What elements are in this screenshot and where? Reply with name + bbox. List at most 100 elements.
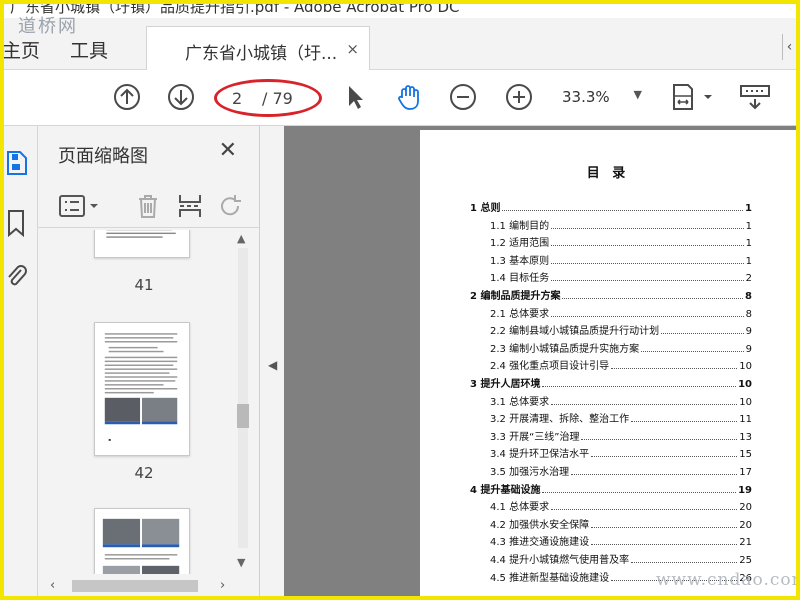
toc-entry-title: 1.4 目标任务 xyxy=(490,273,550,285)
acrobat-window: 广东省小城镇（圩镇）品质提升指引.pdf - Adobe Acrobat Pro… xyxy=(4,4,796,596)
toc-leader-dots xyxy=(591,456,738,458)
scrollbar-track[interactable] xyxy=(238,248,248,548)
toc-subsection-entry[interactable]: 3.5 加强污水治理 17 xyxy=(490,462,752,478)
toc-entry-page: 20 xyxy=(739,502,752,514)
toc-leader-dots xyxy=(542,386,737,387)
document-tab[interactable]: 广东省小城镇（圩... × xyxy=(146,26,370,70)
page-thumbnails-icon[interactable] xyxy=(6,148,28,178)
rotate-icon[interactable] xyxy=(216,192,244,220)
toc-entry-title: 2.2 编制县域小城镇品质提升行动计划 xyxy=(490,326,660,338)
toc-entry-title: 1 总则 xyxy=(470,203,501,214)
toc-entry-title: 3.1 总体要求 xyxy=(490,396,550,408)
toc-subsection-entry[interactable]: 3.4 提升环卫保洁水平 15 xyxy=(490,444,752,460)
scroll-left-icon[interactable]: ‹ xyxy=(50,578,55,593)
toc-entry-title: 4.3 推进交通设施建设 xyxy=(490,537,590,549)
chevron-left-icon[interactable]: ‹ xyxy=(782,34,796,60)
collapse-panel-icon[interactable]: ◀ xyxy=(268,358,277,372)
main-toolbar: 2 / 79 33.3% ▼ xyxy=(4,70,796,126)
toc-leader-dots xyxy=(631,562,738,563)
toc-section-entry[interactable]: 2 编制品质提升方案 8 xyxy=(470,286,752,302)
horizontal-scrollbar-thumb[interactable] xyxy=(72,580,198,592)
toc-leader-dots xyxy=(631,421,738,423)
toc-leader-dots xyxy=(551,245,744,247)
toc-entry-title: 3.5 加强污水治理 xyxy=(490,467,570,478)
tools-menu[interactable]: 工具 xyxy=(70,36,108,63)
toc-subsection-entry[interactable]: 1.3 基本原则 1 xyxy=(490,251,752,267)
toc-subsection-entry[interactable]: 2.1 总体要求 8 xyxy=(490,304,752,320)
toc-subsection-entry[interactable]: 1.1 编制目的 1 xyxy=(490,216,752,232)
hand-tool-icon[interactable] xyxy=(394,82,424,112)
toc-entry-title: 3 提升人居环境 xyxy=(470,379,541,390)
toc-subsection-entry[interactable]: 4.2 加强供水安全保障 20 xyxy=(490,515,752,531)
chevron-down-icon: ▼ xyxy=(633,88,642,101)
scroll-down-icon[interactable]: ▼ xyxy=(237,556,245,569)
select-cursor-icon[interactable] xyxy=(340,82,370,112)
scroll-up-icon[interactable]: ▲ xyxy=(237,232,245,245)
toc-entry-page: 1 xyxy=(745,220,752,232)
bookmark-icon[interactable] xyxy=(6,208,28,238)
toc-leader-dots xyxy=(551,509,738,511)
toc-subsection-entry[interactable]: 3.1 总体要求 10 xyxy=(490,392,752,408)
toc-leader-dots xyxy=(591,544,738,546)
toc-subsection-entry[interactable]: 4.1 总体要求 20 xyxy=(490,497,752,513)
toc-subsection-entry[interactable]: 2.3 编制小城镇品质提升实施方案 9 xyxy=(490,339,752,355)
close-panel-icon[interactable]: ✕ xyxy=(219,138,237,163)
trash-icon[interactable] xyxy=(134,192,162,220)
toc-entry-page: 9 xyxy=(745,343,752,355)
insert-page-icon[interactable] xyxy=(176,192,204,220)
read-mode-icon[interactable] xyxy=(738,82,772,112)
toc-leader-dots xyxy=(571,474,738,475)
attachment-icon[interactable] xyxy=(6,262,28,292)
toc-leader-dots xyxy=(551,315,744,317)
toc-entry-page: 10 xyxy=(738,379,752,390)
thumbnail-page-number: 42 xyxy=(134,464,154,482)
toc-entry-title: 1.1 编制目的 xyxy=(490,220,550,232)
scrollbar-thumb[interactable] xyxy=(237,404,249,428)
toc-entry-title: 1.2 适用范围 xyxy=(490,238,550,250)
thumbnail-page[interactable] xyxy=(94,230,190,258)
toc-subsection-entry[interactable]: 4.3 推进交通设施建设 21 xyxy=(490,532,752,548)
toc-subsection-entry[interactable]: 1.2 适用范围 1 xyxy=(490,233,752,249)
arrow-up-circle-icon[interactable] xyxy=(112,82,142,112)
toc-entry-page: 1 xyxy=(745,203,752,214)
toc-subsection-entry[interactable]: 2.4 强化重点项目设计引导 10 xyxy=(490,356,752,372)
toc-entry-page: 1 xyxy=(745,255,752,267)
toc-entry-title: 2.3 编制小城镇品质提升实施方案 xyxy=(490,343,640,355)
toc-subsection-entry[interactable]: 3.2 开展清理、拆除、整治工作 11 xyxy=(490,409,752,425)
thumbnail-page-number: 41 xyxy=(134,276,154,294)
toc-subsection-entry[interactable]: 2.2 编制县域小城镇品质提升行动计划 9 xyxy=(490,321,752,337)
home-menu[interactable]: 主页 xyxy=(4,36,40,63)
arrow-down-circle-icon[interactable] xyxy=(166,82,196,112)
zoom-value: 33.3% xyxy=(562,88,610,106)
toc-entry-page: 20 xyxy=(739,519,752,531)
toc-entry-page: 9 xyxy=(745,326,752,338)
thumbnail-page[interactable] xyxy=(94,508,190,574)
close-tab-icon[interactable]: × xyxy=(346,40,359,58)
fit-page-icon[interactable] xyxy=(670,82,716,112)
toc-entry-title: 4.2 加强供水安全保障 xyxy=(490,519,590,531)
toc-leader-dots xyxy=(551,262,744,264)
document-tab-label: 广东省小城镇（圩... xyxy=(185,44,338,64)
thumbnail-page[interactable] xyxy=(94,322,190,456)
toc-entry-title: 4 提升基础设施 xyxy=(470,484,541,496)
zoom-out-icon[interactable] xyxy=(448,82,478,112)
toc-section-entry[interactable]: 4 提升基础设施 19 xyxy=(470,480,752,496)
toc-leader-dots xyxy=(611,368,738,370)
thumbnail-horizontal-scrollbar[interactable]: ‹ › xyxy=(50,578,232,594)
toc-subsection-entry[interactable]: 1.4 目标任务 2 xyxy=(490,268,752,284)
toc-subsection-entry[interactable]: 4.4 提升小城镇燃气使用普及率 25 xyxy=(490,550,752,566)
zoom-in-icon[interactable] xyxy=(504,82,534,112)
toc-section-entry[interactable]: 1 总则 1 xyxy=(470,198,752,214)
toc-entry-page: 8 xyxy=(745,308,752,320)
toc-entry-page: 25 xyxy=(739,555,752,566)
toc-leader-dots xyxy=(551,403,738,405)
scroll-right-icon[interactable]: › xyxy=(220,578,225,593)
toc-leader-dots xyxy=(562,298,744,299)
thumbnail-vertical-scrollbar[interactable]: ▲ ▼ xyxy=(234,230,252,570)
toc-entry-title: 4.4 提升小城镇燃气使用普及率 xyxy=(490,555,630,566)
toc-section-entry[interactable]: 3 提升人居环境 10 xyxy=(470,374,752,390)
toc-subsection-entry[interactable]: 3.3 开展“三线”治理 13 xyxy=(490,427,752,443)
toc-entry-title: 1.3 基本原则 xyxy=(490,255,550,267)
options-menu-icon[interactable] xyxy=(58,192,102,220)
zoom-select[interactable]: 33.3% ▼ xyxy=(562,88,642,110)
